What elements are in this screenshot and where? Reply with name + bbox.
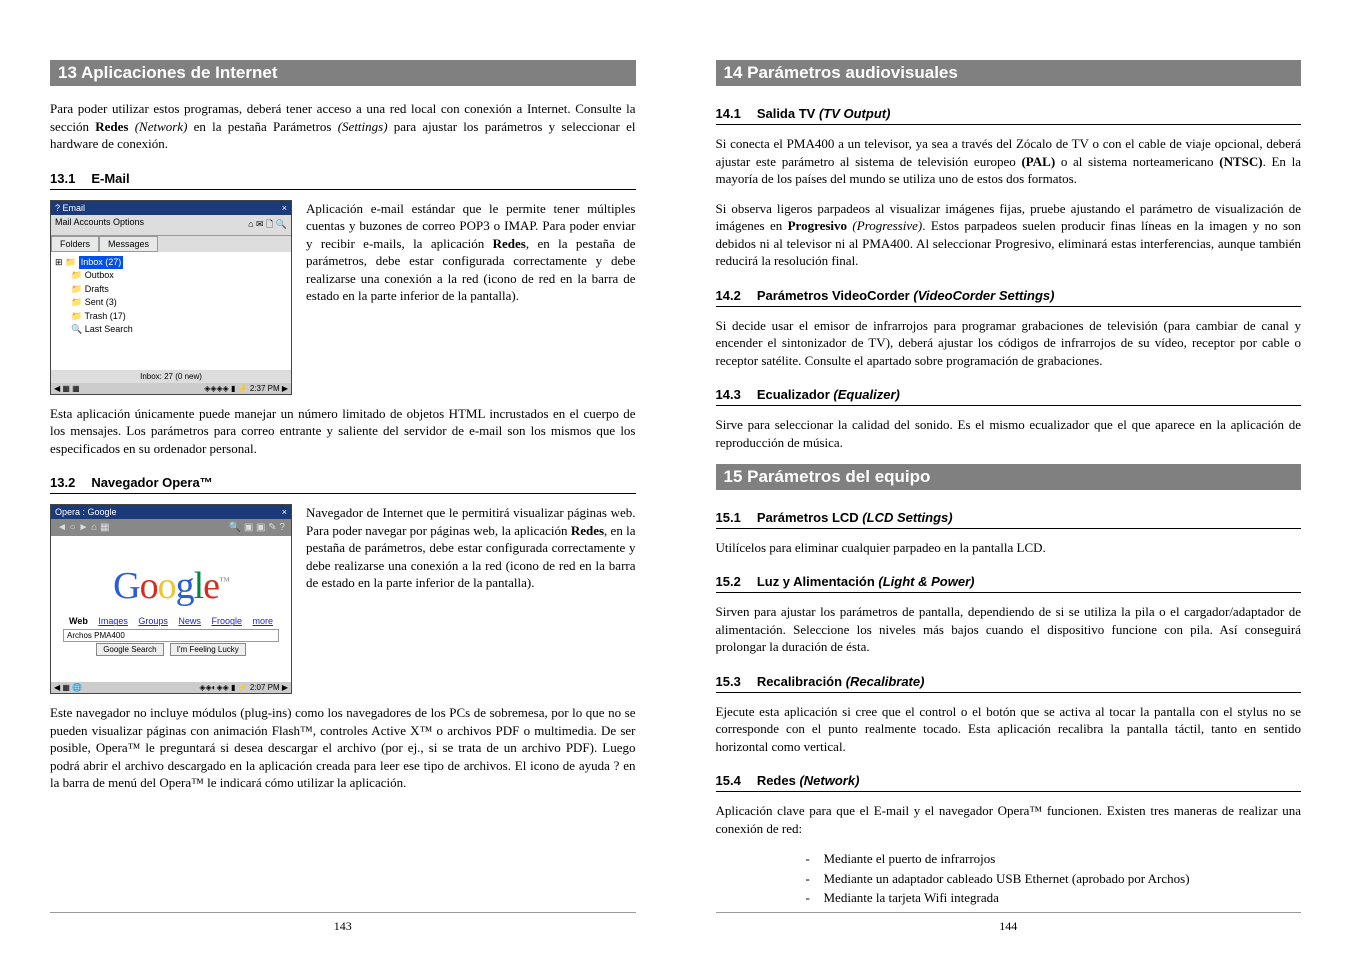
- close-icon: ×: [282, 507, 287, 517]
- opera-after-text: Este navegador no incluye módulos (plug-…: [50, 704, 636, 792]
- close-icon: ×: [282, 203, 287, 213]
- opera-description: Navegador de Internet que le permitirá v…: [306, 504, 636, 694]
- p141a: Si conecta el PMA400 a un televisor, ya …: [716, 135, 1302, 188]
- subsection-15-2: 15.2Luz y Alimentación (Light & Power): [716, 574, 1302, 593]
- opera-titlebar: Opera : Google×: [51, 505, 291, 519]
- p143: Sirve para seleccionar la calidad del so…: [716, 416, 1302, 451]
- p151: Utilícelos para eliminar cualquier parpa…: [716, 539, 1302, 557]
- p152: Sirven para ajustar los parámetros de pa…: [716, 603, 1302, 656]
- p141b: Si observa ligeros parpadeos al visualiz…: [716, 200, 1302, 270]
- list-item: Mediante un adaptador cableado USB Ether…: [806, 869, 1302, 889]
- section-15-header: 15 Parámetros del equipo: [716, 464, 1302, 490]
- email-block: ? Email× Mail Accounts Options ⌂ ✉ 🗋 🔍 F…: [50, 200, 636, 395]
- list-item: Mediante la tarjeta Wifi integrada: [806, 888, 1302, 908]
- opera-block: Opera : Google× ◄ ○ ► ⌂ ▦ 🔍 ▣ ▣ ✎ ? Goog…: [50, 504, 636, 694]
- mail-icons: ⌂ ✉ 🗋 🔍: [248, 217, 287, 233]
- section-14-header: 14 Parámetros audiovisuales: [716, 60, 1302, 86]
- page-right: 14 Parámetros audiovisuales 14.1Salida T…: [716, 60, 1302, 934]
- tab-messages: Messages: [99, 236, 158, 252]
- page-number-right: 144: [716, 912, 1302, 934]
- sec13-intro: Para poder utilizar estos programas, deb…: [50, 100, 636, 153]
- folder-tree: ⊞ 📁 Inbox (27) 📁 Outbox 📁 Drafts 📁 Sent …: [51, 252, 291, 370]
- google-page: Google™ Web Images Groups News Froogle m…: [51, 536, 291, 682]
- email-menubar: Mail Accounts Options ⌂ ✉ 🗋 🔍: [51, 215, 291, 236]
- subsection-14-1: 14.1Salida TV (TV Output): [716, 106, 1302, 125]
- email-description: Aplicación e-mail estándar que le permit…: [306, 200, 636, 395]
- page-number-left: 143: [50, 912, 636, 934]
- p154: Aplicación clave para que el E-mail y el…: [716, 802, 1302, 837]
- subsection-14-2: 14.2Parámetros VideoCorder (VideoCorder …: [716, 288, 1302, 307]
- email-taskbar: ◀ ▦ ▦ ◈◈◈◈ ▮ ⚡ 2:37 PM ▶: [51, 383, 291, 394]
- section-13-header: 13 Aplicaciones de Internet: [50, 60, 636, 86]
- subsection-13-1: 13.1E-Mail: [50, 171, 636, 190]
- google-logo: Google™: [113, 564, 229, 608]
- email-titlebar: ? Email×: [51, 201, 291, 215]
- p153: Ejecute esta aplicación si cree que el c…: [716, 703, 1302, 756]
- subsection-15-1: 15.1Parámetros LCD (LCD Settings): [716, 510, 1302, 529]
- list-item: Mediante el puerto de infrarrojos: [806, 849, 1302, 869]
- opera-toolbar: ◄ ○ ► ⌂ ▦ 🔍 ▣ ▣ ✎ ?: [51, 519, 291, 536]
- subsection-14-3: 14.3Ecualizador (Equalizer): [716, 387, 1302, 406]
- subsection-13-2: 13.2Navegador Opera™: [50, 475, 636, 494]
- search-input: Archos PMA400: [63, 629, 279, 642]
- subsection-15-3: 15.3Recalibración (Recalibrate): [716, 674, 1302, 693]
- tab-folders: Folders: [51, 236, 99, 252]
- email-after-text: Esta aplicación únicamente puede manejar…: [50, 405, 636, 458]
- email-app-mock: ? Email× Mail Accounts Options ⌂ ✉ 🗋 🔍 F…: [50, 200, 292, 395]
- page-left: 13 Aplicaciones de Internet Para poder u…: [50, 60, 636, 934]
- opera-app-mock: Opera : Google× ◄ ○ ► ⌂ ▦ 🔍 ▣ ▣ ✎ ? Goog…: [50, 504, 292, 694]
- google-buttons: Google Search I'm Feeling Lucky: [94, 645, 248, 654]
- network-list: Mediante el puerto de infrarrojos Median…: [806, 849, 1302, 908]
- google-tabs: Web Images Groups News Froogle more: [65, 616, 277, 626]
- email-tabs: Folders Messages: [51, 236, 291, 252]
- opera-taskbar: ◀ ▦ 🌐 ◈◈◐◈◈ ▮ ⚡ 2:07 PM ▶: [51, 682, 291, 693]
- subsection-15-4: 15.4Redes (Network): [716, 773, 1302, 792]
- p142: Si decide usar el emisor de infrarrojos …: [716, 317, 1302, 370]
- email-status: Inbox: 27 (0 new): [51, 370, 291, 383]
